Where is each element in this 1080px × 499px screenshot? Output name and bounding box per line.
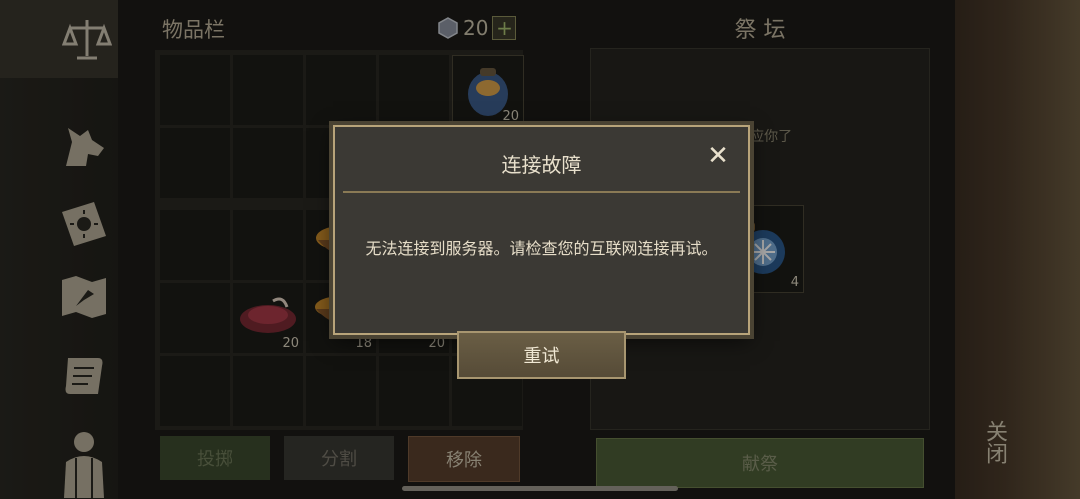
- retry-button[interactable]: 重试: [457, 331, 626, 379]
- dialog-divider: [343, 191, 740, 193]
- connection-error-dialog: 连接故障 ✕ 无法连接到服务器。请检查您的互联网连接再试。: [333, 125, 750, 335]
- dialog-title: 连接故障: [501, 153, 582, 177]
- dialog-message: 无法连接到服务器。请检查您的互联网连接再试。: [365, 239, 718, 258]
- close-icon[interactable]: ✕: [703, 141, 733, 171]
